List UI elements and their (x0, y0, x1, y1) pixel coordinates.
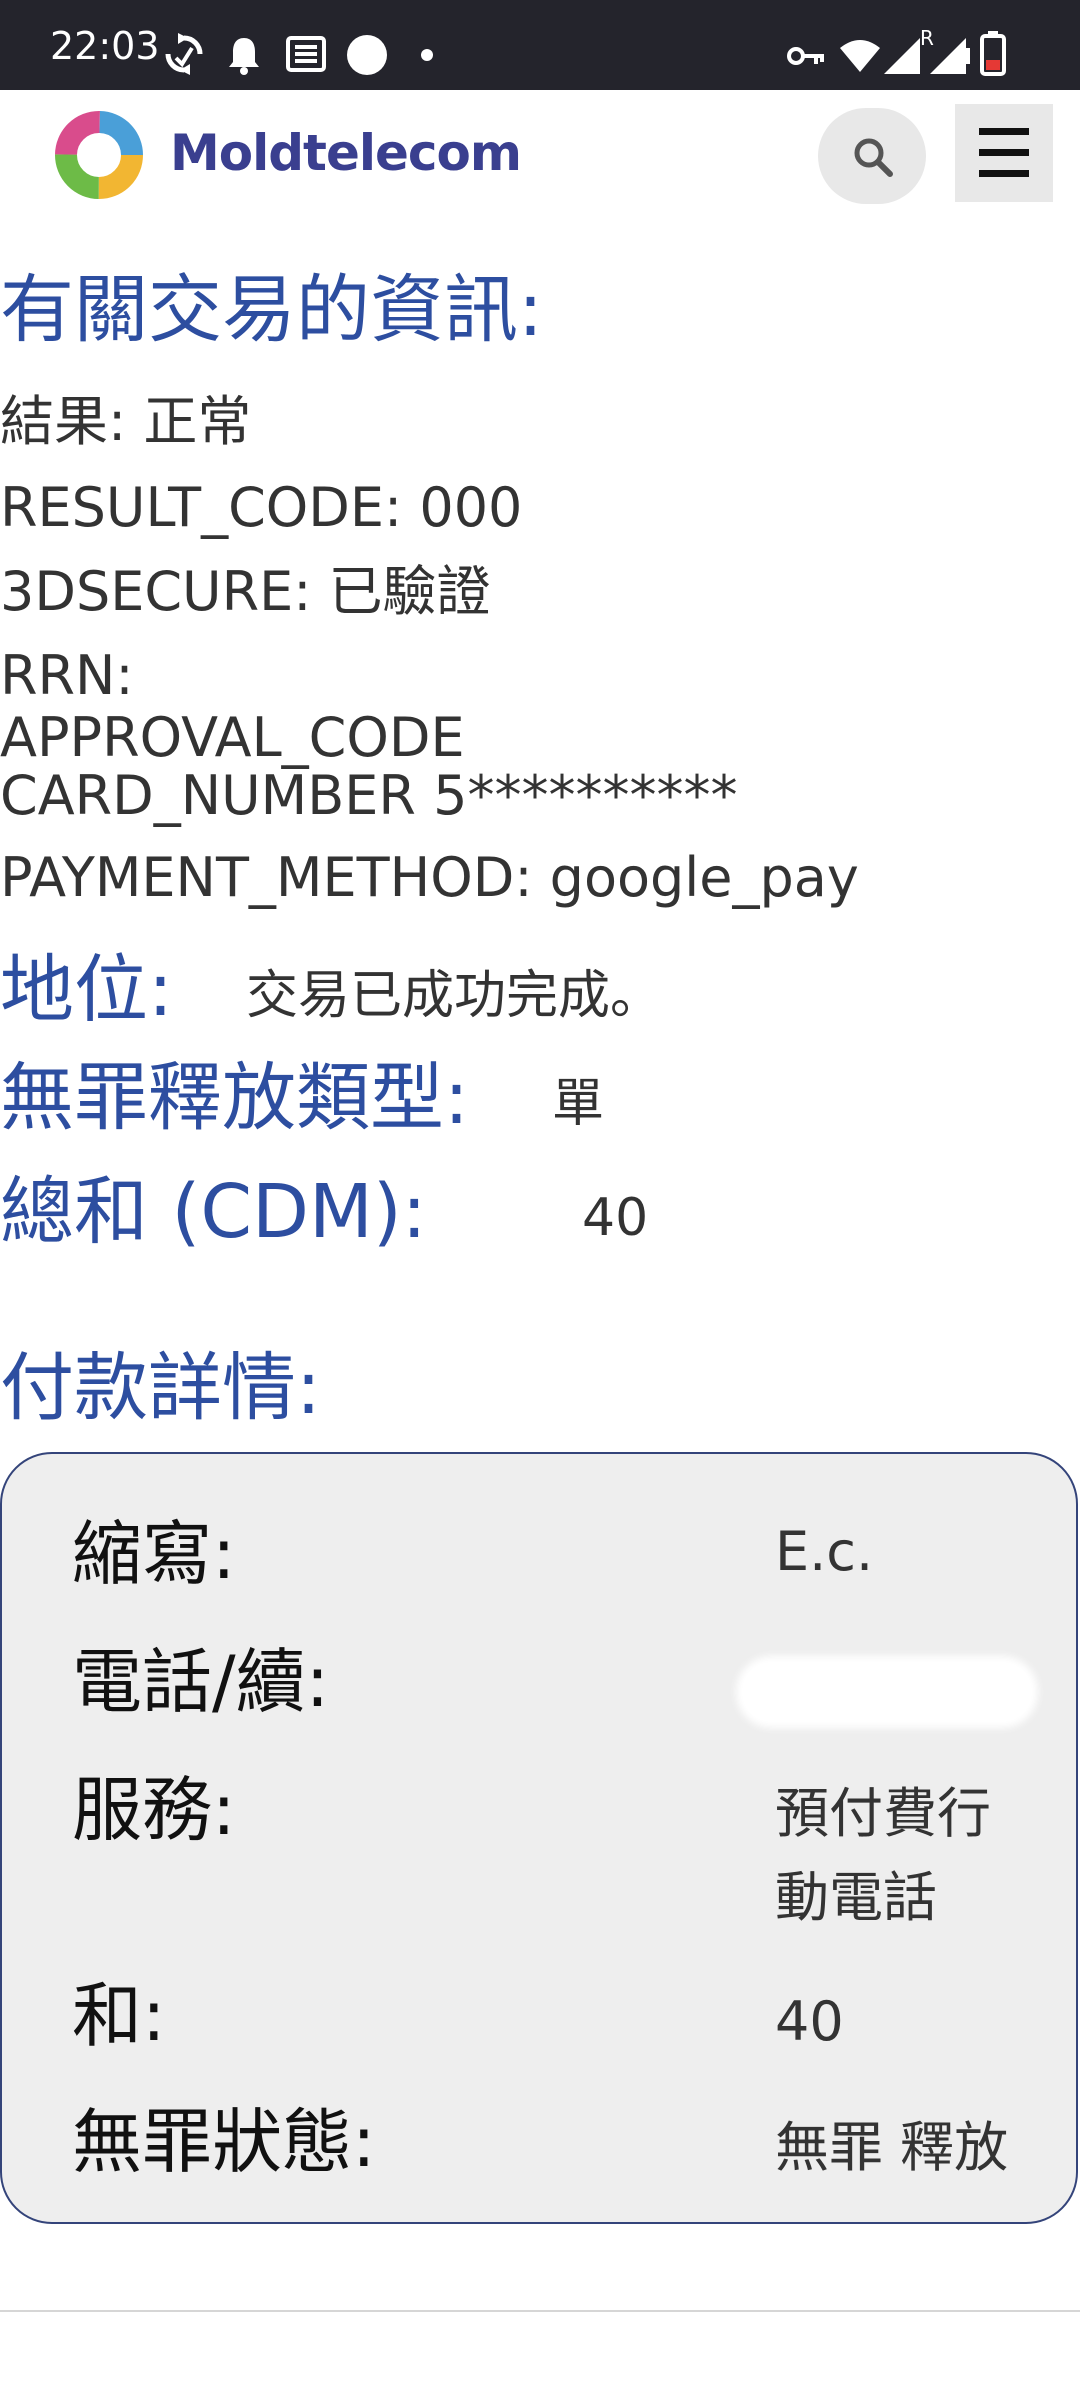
signal-icon (930, 38, 970, 74)
status-time: 22:03 (50, 24, 160, 68)
status-label: 地位: (0, 947, 173, 1033)
total-label: 總和 (CDM): (0, 1169, 427, 1255)
total-value: 40 (582, 1188, 649, 1248)
payment-details-heading: 付款詳情: (0, 1345, 321, 1431)
news-icon (286, 36, 326, 72)
dot-icon (421, 49, 433, 61)
service-label: 服務: (72, 1769, 236, 1851)
release-type-value: 單 (552, 1074, 605, 1134)
phone-label: 電話/續: (72, 1641, 330, 1723)
hamburger-menu-icon (979, 128, 1029, 177)
abbreviation-label: 縮寫: (72, 1513, 236, 1595)
site-header: Moldtelecom (0, 90, 1080, 220)
approval-code-line: APPROVAL_CODE (0, 706, 465, 769)
wifi-icon (840, 40, 880, 72)
status-bar: 22:03 R (0, 0, 1080, 90)
amount-label: 和: (72, 1975, 166, 2057)
payment-details-card: 縮寫: E.c. 電話/續: 服務: 預付費行動電話 和: 40 無罪狀態: 無… (0, 1452, 1078, 2224)
page: 22:03 R Moldtelecom 有關交易的資訊: 結果: 正常 RESU… (0, 0, 1080, 2400)
amount-value: 40 (775, 1990, 844, 2053)
release-type-label: 無罪釋放類型: (0, 1055, 469, 1141)
result-code-line: RESULT_CODE: 000 (0, 476, 523, 539)
release-status-label: 無罪狀態: (72, 2101, 376, 2183)
circle-icon (347, 35, 387, 75)
menu-button[interactable] (955, 104, 1053, 202)
moldtelecom-logo-icon (55, 111, 143, 199)
battery-icon (980, 31, 1006, 76)
abbreviation-value: E.c. (775, 1520, 874, 1583)
rrn-line: RRN: (0, 644, 134, 707)
search-button[interactable] (818, 108, 926, 204)
divider (0, 2310, 1080, 2312)
notification-bell-icon (229, 38, 259, 75)
status-value: 交易已成功完成。 (246, 966, 663, 1026)
card-number-line: CARD_NUMBER 5********** (0, 764, 738, 827)
brand-name[interactable]: Moldtelecom (170, 124, 522, 182)
service-value: 預付費行動電話 (775, 1782, 991, 1929)
redacted-phone-value (742, 1662, 1032, 1722)
result-line: 結果: 正常 (0, 390, 252, 453)
sync-icon (165, 33, 203, 75)
3dsecure-line: 3DSECURE: 已驗證 (0, 560, 491, 623)
search-icon (854, 138, 893, 177)
release-status-value: 無罪 釋放 (775, 2116, 1009, 2179)
transaction-info-heading: 有關交易的資訊: (0, 267, 543, 353)
payment-method-line: PAYMENT_METHOD: google_pay (0, 846, 859, 909)
vpn-key-icon (787, 47, 824, 65)
